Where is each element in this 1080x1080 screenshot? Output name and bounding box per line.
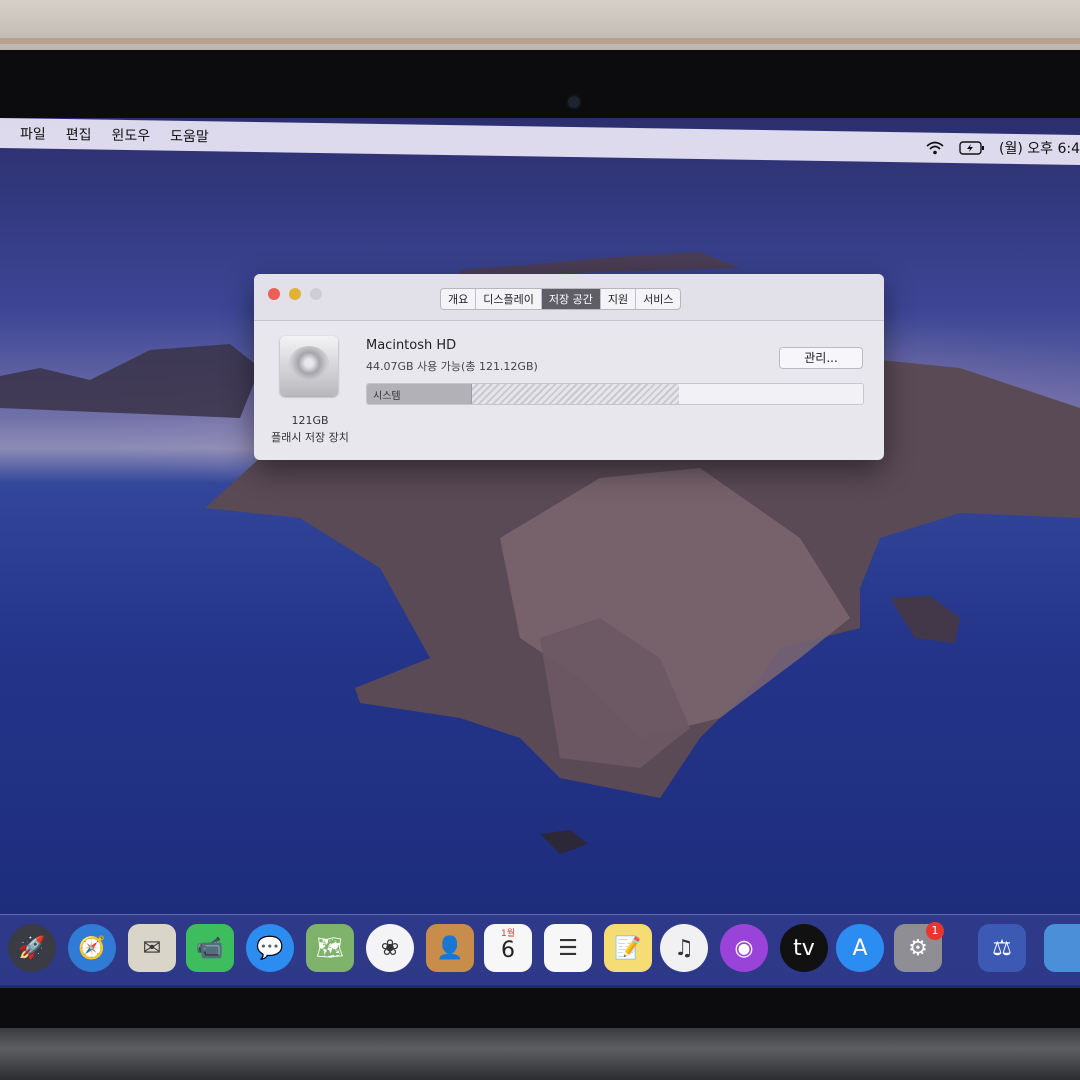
maps-icon[interactable]: 🗺 (306, 924, 354, 972)
menu-window[interactable]: 윈도우 (112, 125, 151, 146)
volume-name: Macintosh HD (366, 338, 457, 353)
safari-glyph: 🧭 (78, 935, 106, 961)
desktop: 파일 편집 윈도우 도움말 (월) 오후 6:4 개요 디스플레이 저장 공간 … (0, 118, 1080, 988)
calendar-icon[interactable]: 1월 6 (484, 924, 532, 972)
facetime-glyph: 📹 (196, 935, 224, 961)
launchpad-icon[interactable]: 🚀 (8, 924, 56, 972)
notes-icon[interactable]: 📝 (604, 924, 652, 972)
minimize-button[interactable] (289, 288, 301, 300)
manage-button[interactable]: 관리... (779, 347, 863, 369)
disk-capacity: 121GB (291, 414, 329, 427)
app-store-glyph: A (852, 935, 868, 961)
system-information-glyph: ⚖ (992, 935, 1012, 961)
podcasts-glyph: ◉ (734, 935, 754, 961)
contacts-icon[interactable]: 👤 (426, 924, 474, 972)
messages-icon[interactable]: 💬 (246, 924, 294, 972)
tab-storage[interactable]: 저장 공간 (541, 289, 601, 309)
contacts-glyph: 👤 (436, 935, 464, 961)
laptop-hinge (0, 1028, 1080, 1080)
music-glyph: ♫ (674, 935, 694, 961)
menu-help[interactable]: 도움말 (170, 126, 209, 147)
hard-drive-icon (280, 336, 338, 396)
launchpad-glyph: 🚀 (18, 935, 46, 961)
apple-tv-icon[interactable]: tv (780, 924, 828, 972)
podcasts-icon[interactable]: ◉ (720, 924, 768, 972)
wifi-icon[interactable] (925, 140, 945, 156)
webcam (568, 96, 580, 108)
tab-overview[interactable]: 개요 (441, 289, 477, 309)
photos-glyph: ❀ (380, 935, 400, 961)
apple-tv-glyph: tv (793, 935, 815, 961)
photos-icon[interactable]: ❀ (366, 924, 414, 972)
usage-segment-free (679, 384, 863, 404)
tab-bar: 개요 디스플레이 저장 공간 지원 서비스 (440, 288, 682, 310)
reminders-glyph: ☰ (558, 935, 578, 961)
battery-charging-icon[interactable] (959, 141, 985, 155)
notes-glyph: 📝 (614, 935, 642, 961)
safari-icon[interactable]: 🧭 (68, 924, 116, 972)
storage-usage-bar: 시스템 (366, 383, 864, 405)
menu-bar-status: (월) 오후 6:4 (925, 138, 1080, 158)
calendar-day: 6 (501, 938, 515, 963)
messages-glyph: 💬 (256, 935, 284, 961)
tab-displays[interactable]: 디스플레이 (476, 289, 542, 309)
close-button[interactable] (268, 288, 280, 300)
usage-segment-other (471, 384, 682, 404)
maps-glyph: 🗺 (316, 935, 344, 961)
menu-file[interactable]: 파일 (20, 123, 46, 143)
system-information-icon[interactable]: ⚖ (978, 924, 1026, 972)
available-space: 44.07GB 사용 가능(총 121.12GB) (366, 360, 538, 373)
menu-edit[interactable]: 편집 (66, 124, 92, 144)
zoom-button[interactable] (310, 288, 322, 300)
window-titlebar: 개요 디스플레이 저장 공간 지원 서비스 (254, 274, 884, 321)
mail-glyph: ✉ (142, 935, 162, 961)
facetime-icon[interactable]: 📹 (186, 924, 234, 972)
menu-bar-clock[interactable]: (월) 오후 6:4 (999, 138, 1080, 158)
photo-background-top (0, 0, 1080, 50)
app-store-icon[interactable]: A (836, 924, 884, 972)
usage-segment-system-label: 시스템 (373, 391, 401, 402)
wallpaper-landscape (0, 252, 1080, 854)
about-this-mac-window: 개요 디스플레이 저장 공간 지원 서비스 121GB 플래시 저장 장치 Ma… (254, 274, 884, 460)
mail-icon[interactable]: ✉ (128, 924, 176, 972)
reminders-icon[interactable]: ☰ (544, 924, 592, 972)
tab-support[interactable]: 지원 (601, 289, 637, 309)
music-icon[interactable]: ♫ (660, 924, 708, 972)
tab-service[interactable]: 서비스 (636, 289, 680, 309)
notification-badge: 1 (926, 922, 944, 940)
usage-segment-system: 시스템 (367, 384, 472, 404)
folder-icon[interactable] (1044, 924, 1080, 972)
disk-type: 플래시 저장 장치 (271, 431, 349, 444)
system-preferences-glyph: ⚙ (908, 935, 928, 961)
